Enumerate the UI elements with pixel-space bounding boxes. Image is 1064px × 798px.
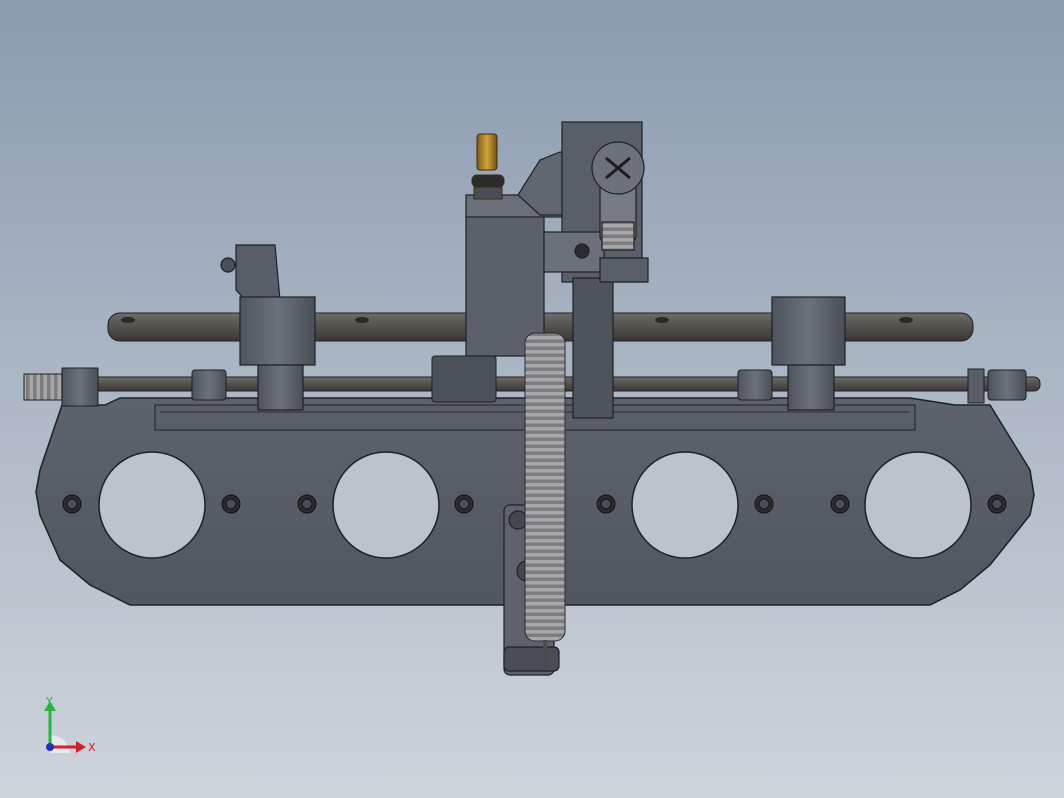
cad-viewport[interactable]: Y X [0,0,1064,798]
brass-adjuster [471,133,505,200]
y-axis-label: Y [45,695,53,708]
return-spring-left [23,367,99,407]
z-axis-dot [46,743,54,751]
x-axis-label: X [88,741,96,754]
intake-port-4 [864,451,972,559]
intake-port-3 [631,451,739,559]
orientation-triad: Y X [44,695,96,754]
manifold-model[interactable] [0,0,1064,798]
shaft-support-right [771,296,846,411]
throttle-return-spring [524,332,566,668]
idle-adjust-screw [591,141,645,251]
intake-port-1 [98,451,206,559]
intake-port-2 [332,451,440,559]
